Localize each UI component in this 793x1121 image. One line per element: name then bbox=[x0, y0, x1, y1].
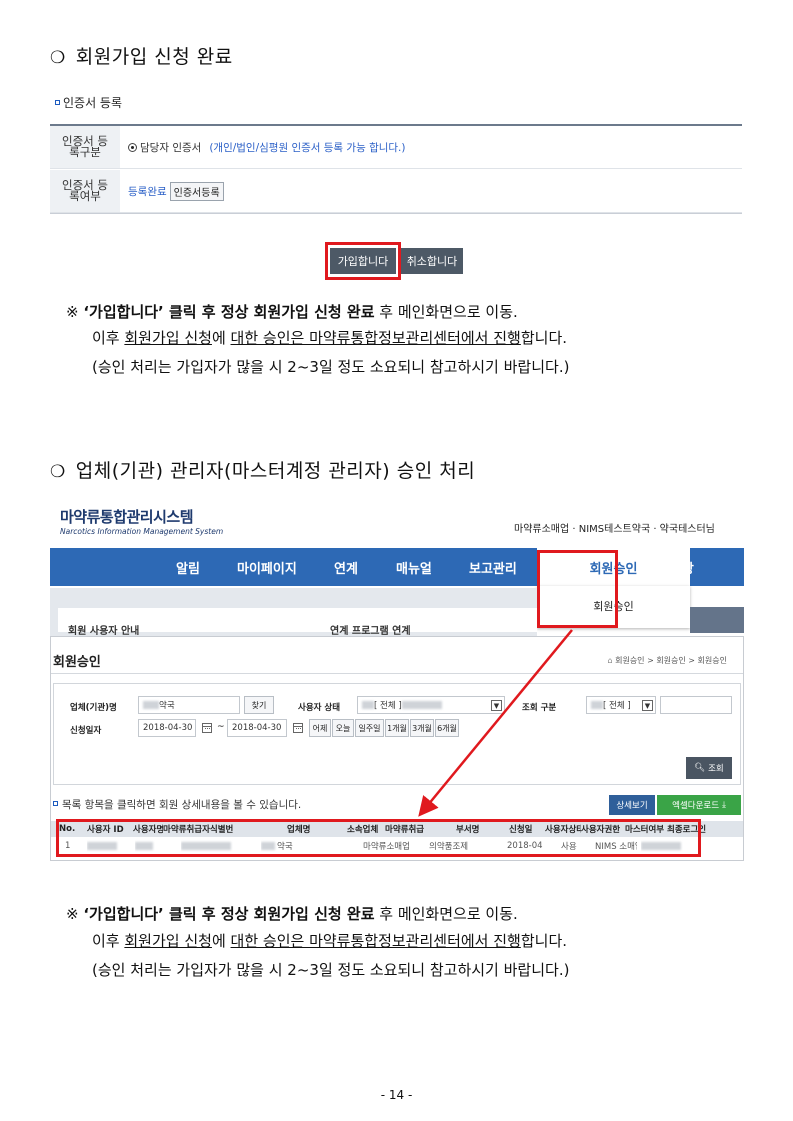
note2-rest: 후 메인화면으로 이동. bbox=[374, 905, 518, 923]
note2-l2-pre: 이후 bbox=[92, 932, 125, 950]
note2-l2-post: 합니다. bbox=[520, 932, 568, 950]
page-number: - 14 - bbox=[380, 1088, 413, 1102]
note2-line1: ※ ‘가입합니다’ 클릭 후 정상 회원가입 신청 완료 후 메인화면으로 이동… bbox=[66, 902, 518, 926]
note2-l2-u2: 대한 승인은 마약류통합정보관리센터에서 진행 bbox=[230, 932, 521, 950]
note2-l2-mid: 에 bbox=[211, 932, 231, 950]
note2-l2-u1: 회원가입 신청 bbox=[124, 932, 212, 950]
note2-line2: 이후 회원가입 신청에 대한 승인은 마약류통합정보관리센터에서 진행합니다. bbox=[92, 929, 567, 953]
arrow-line bbox=[418, 629, 573, 817]
note2-line3: (승인 처리는 가입자가 많을 시 2~3일 정도 소요되니 참고하시기 바랍니… bbox=[92, 961, 570, 979]
note2-mark: ※ bbox=[66, 905, 79, 923]
note2-bold: ‘가입합니다’ 클릭 후 정상 회원가입 신청 완료 bbox=[83, 905, 375, 923]
